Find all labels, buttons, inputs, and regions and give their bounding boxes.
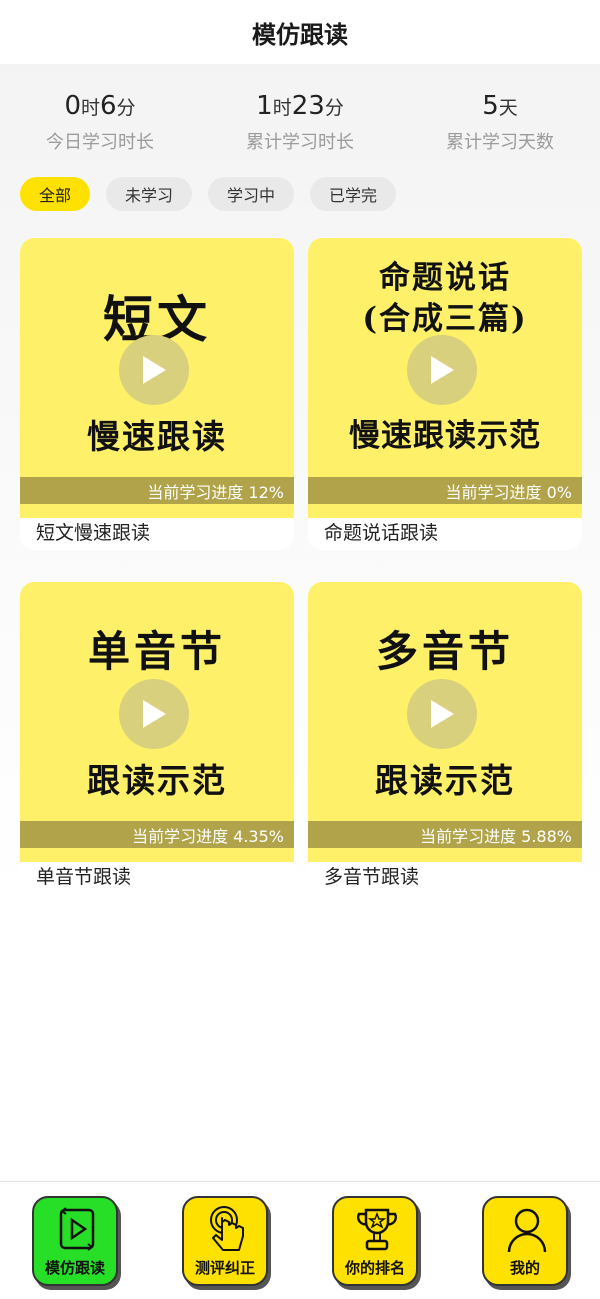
- course-card-multi-syllable[interactable]: 多音节 跟读示范 当前学习进度 5.88% 多音节跟读: [308, 582, 582, 894]
- touch-icon: [210, 1206, 244, 1251]
- card-caption: 单音节跟读: [36, 866, 132, 888]
- thumb-title: 单音节: [87, 627, 226, 676]
- card-thumbnail: 单音节 跟读示范 当前学习进度 4.35%: [20, 582, 294, 862]
- play-icon: [143, 356, 166, 384]
- progress-bar: 当前学习进度 0%: [308, 477, 582, 504]
- thumb-title-line2: (合成三篇): [362, 301, 528, 337]
- tab-label: 我的: [509, 1259, 540, 1277]
- tab-evaluate-correct[interactable]: 测评纠正: [182, 1196, 268, 1286]
- tab-me[interactable]: 我的: [482, 1196, 568, 1286]
- card-caption: 多音节跟读: [324, 866, 420, 888]
- stat-total-time: 1时23分 累计学习时长: [200, 86, 400, 166]
- filter-chips: 全部 未学习 学习中 已学完: [20, 177, 397, 213]
- thumb-subtitle: 慢速跟读示范: [349, 418, 541, 454]
- progress-bar: 当前学习进度 5.88%: [308, 821, 582, 848]
- bottom-tab-bar: 模仿跟读 测评纠正 你的排名 我的: [0, 1181, 600, 1299]
- course-card-short-text[interactable]: 短文 慢速跟读 当前学习进度 12% 短文慢速跟读: [20, 238, 294, 550]
- progress-bar: 当前学习进度 4.35%: [20, 821, 294, 848]
- stats-row: 0时6分 今日学习时长 1时23分 累计学习时长 5天 累计学习天数: [0, 86, 600, 166]
- card-thumbnail: 命题说话 (合成三篇) 慢速跟读示范 当前学习进度 0%: [308, 238, 582, 518]
- card-thumbnail: 多音节 跟读示范 当前学习进度 5.88%: [308, 582, 582, 862]
- play-button[interactable]: [119, 679, 189, 749]
- header: 模仿跟读: [0, 0, 600, 64]
- thumb-subtitle: 跟读示范: [375, 761, 515, 800]
- filter-all[interactable]: 全部: [20, 177, 91, 211]
- course-card-single-syllable[interactable]: 单音节 跟读示范 当前学习进度 4.35% 单音节跟读: [20, 582, 294, 894]
- stat-label: 累计学习时长: [246, 132, 354, 153]
- page-title: 模仿跟读: [252, 20, 348, 49]
- stat-value: 0时6分: [64, 91, 136, 121]
- stat-total-days: 5天 累计学习天数: [400, 86, 600, 166]
- card-caption: 短文慢速跟读: [36, 522, 151, 544]
- tab-imitate-read[interactable]: 模仿跟读: [32, 1196, 118, 1286]
- trophy-icon: [356, 1208, 398, 1251]
- card-caption: 命题说话跟读: [324, 522, 439, 544]
- tab-label: 你的排名: [344, 1259, 405, 1277]
- stat-today: 0时6分 今日学习时长: [0, 86, 200, 166]
- course-card-topic-speech[interactable]: 命题说话 (合成三篇) 慢速跟读示范 当前学习进度 0% 命题说话跟读: [308, 238, 582, 550]
- play-icon: [143, 700, 166, 728]
- play-button[interactable]: [407, 335, 477, 405]
- play-icon: [431, 356, 454, 384]
- play-button[interactable]: [119, 335, 189, 405]
- progress-bar: 当前学习进度 12%: [20, 477, 294, 504]
- play-icon: [431, 700, 454, 728]
- thumb-title: 命题说话: [379, 260, 511, 296]
- thumb-subtitle: 跟读示范: [87, 761, 227, 800]
- stat-value: 1时23分: [256, 91, 344, 121]
- play-button[interactable]: [407, 679, 477, 749]
- thumb-subtitle: 慢速跟读: [87, 417, 227, 456]
- tab-ranking[interactable]: 你的排名: [332, 1196, 418, 1286]
- play-icon: [59, 1207, 95, 1251]
- filter-not-started[interactable]: 未学习: [106, 177, 193, 211]
- stat-label: 累计学习天数: [446, 132, 554, 153]
- thumb-title: 多音节: [375, 627, 514, 676]
- stat-value: 5天: [482, 91, 518, 121]
- user-icon: [507, 1208, 547, 1253]
- card-thumbnail: 短文 慢速跟读 当前学习进度 12%: [20, 238, 294, 518]
- tab-label: 测评纠正: [194, 1259, 255, 1277]
- filter-completed[interactable]: 已学完: [310, 177, 397, 211]
- tab-label: 模仿跟读: [44, 1259, 105, 1277]
- filter-in-progress[interactable]: 学习中: [208, 177, 295, 211]
- stat-label: 今日学习时长: [46, 132, 154, 153]
